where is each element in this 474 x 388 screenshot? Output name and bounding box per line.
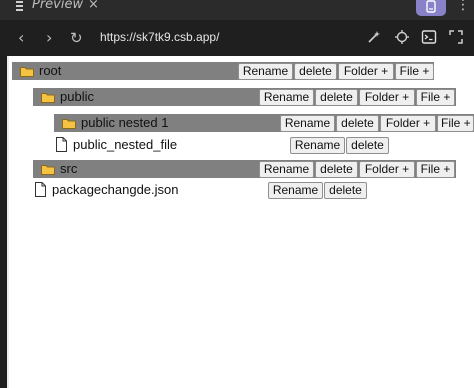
delete-button[interactable]: delete [324,182,367,199]
add-folder-button[interactable]: Folder + [359,161,415,178]
tab-bar: Preview × ⋮ [0,0,474,20]
delete-button[interactable]: delete [294,63,337,80]
file-row-package-json[interactable]: packagechangde.json Rename delete [33,181,373,199]
file-icon [56,137,67,152]
back-icon[interactable]: ‹ [18,28,24,47]
folder-row-root[interactable]: root Rename delete Folder + File + [12,62,434,80]
forward-icon[interactable]: › [46,28,52,47]
folder-row-public[interactable]: public Rename delete Folder + File + [33,88,456,106]
folder-icon [20,67,34,77]
delete-button[interactable]: delete [315,89,358,106]
console-icon[interactable] [421,29,437,45]
crosshair-icon[interactable] [394,29,410,45]
folder-name: public [60,89,94,104]
folder-icon [41,165,55,175]
rename-button[interactable]: Rename [259,161,314,178]
folder-row-src[interactable]: src Rename delete Folder + File + [33,160,456,178]
delete-button[interactable]: delete [346,137,389,154]
folder-name: public nested 1 [81,115,169,130]
tab-close-icon[interactable]: × [88,0,99,12]
tab-title[interactable]: Preview [32,0,83,12]
url-field[interactable]: https://sk7tk9.csb.app/ [100,30,219,44]
wand-icon[interactable] [366,29,382,45]
folder-name: root [39,63,62,78]
devtools-edge [0,56,9,388]
file-name: public_nested_file [73,137,178,152]
rename-button[interactable]: Rename [238,63,293,80]
delete-button[interactable]: delete [336,115,379,132]
fullscreen-icon[interactable] [448,29,464,45]
add-file-button[interactable]: File + [437,115,474,132]
add-file-button[interactable]: File + [395,63,434,80]
profile-icon [426,0,436,13]
address-bar: ‹ › ↻ https://sk7tk9.csb.app/ [0,20,474,56]
folder-icon [41,93,55,103]
file-icon [35,182,46,197]
folder-name: src [60,161,78,176]
folder-icon [62,119,76,129]
add-folder-button[interactable]: Folder + [338,63,394,80]
rename-button[interactable]: Rename [290,137,345,154]
add-folder-button[interactable]: Folder + [359,89,415,106]
file-row-public-nested-file[interactable]: public_nested_file Rename delete [54,136,394,154]
add-folder-button[interactable]: Folder + [380,115,436,132]
add-file-button[interactable]: File + [416,89,455,106]
file-name: packagechangde.json [52,182,179,197]
tab-list-icon[interactable] [14,0,26,12]
window-menu-icon[interactable]: ⋮ [456,0,470,13]
profile-button[interactable] [416,0,446,16]
reload-icon[interactable]: ↻ [70,29,83,47]
add-file-button[interactable]: File + [416,161,455,178]
rename-button[interactable]: Rename [280,115,335,132]
folder-row-public-nested-1[interactable]: public nested 1 Rename delete Folder + F… [54,114,474,132]
rename-button[interactable]: Rename [268,182,323,199]
delete-button[interactable]: delete [315,161,358,178]
rename-button[interactable]: Rename [259,89,314,106]
